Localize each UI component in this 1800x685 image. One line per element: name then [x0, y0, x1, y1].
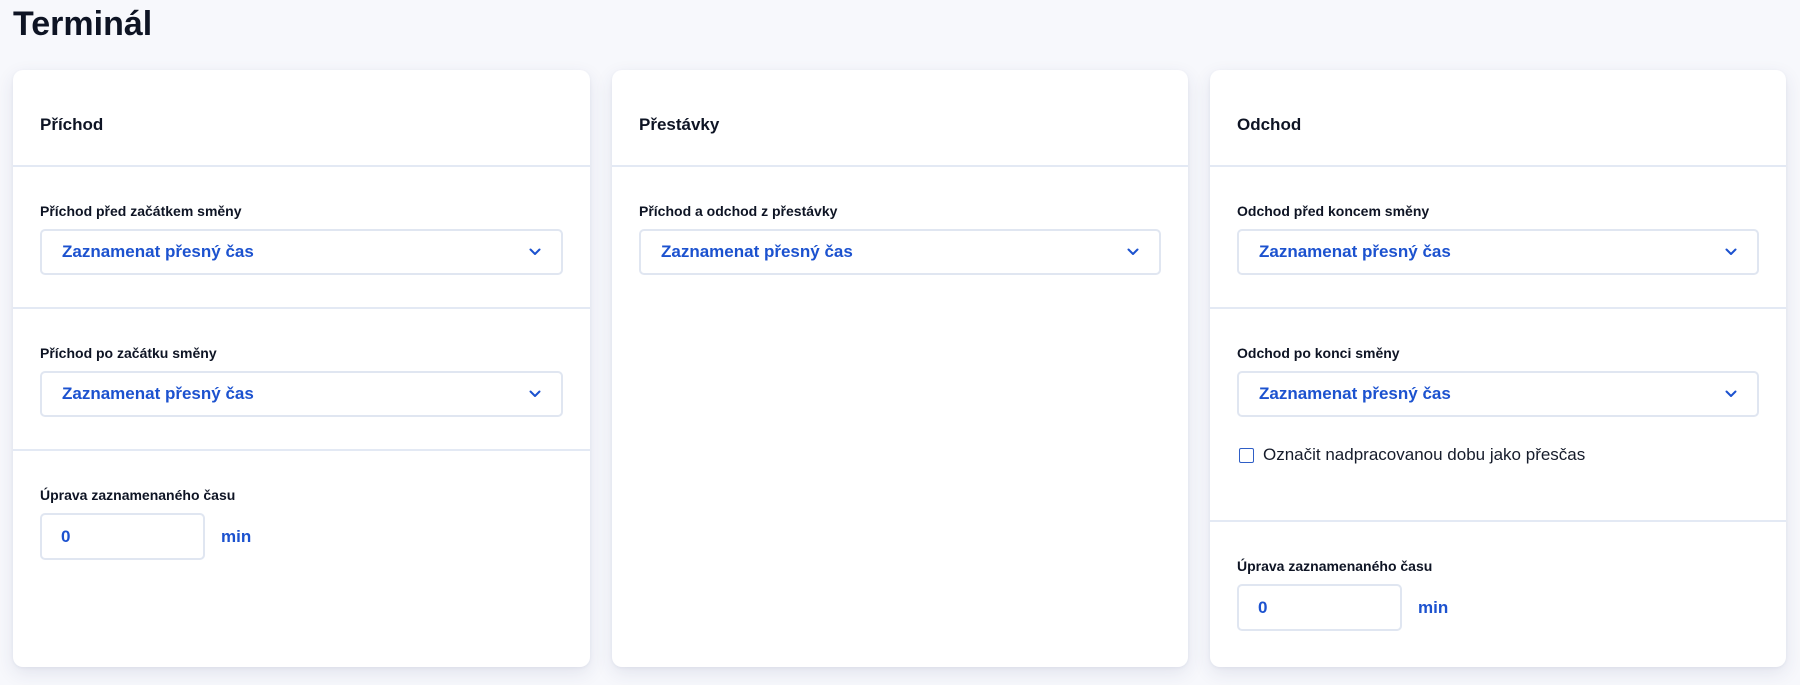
- departure-time-adjustment-row: min: [1237, 584, 1759, 631]
- arrival-before-shift-section: Příchod před začátkem směny Zaznamenat p…: [13, 167, 590, 309]
- break-in-out-section: Příchod a odchod z přestávky Zaznamenat …: [612, 167, 1188, 275]
- departure-before-shift-end-value: Zaznamenat přesný čas: [1259, 242, 1451, 261]
- arrival-before-shift-value: Zaznamenat přesný čas: [62, 242, 254, 261]
- departure-card-title: Odchod: [1237, 114, 1302, 134]
- chevron-down-icon: [529, 388, 541, 400]
- arrival-card-header: Příchod: [13, 70, 590, 167]
- departure-time-adjustment-section: Úprava zaznamenaného času min: [1210, 522, 1786, 631]
- departure-before-shift-end-section: Odchod před koncem směny Zaznamenat přes…: [1210, 167, 1786, 309]
- departure-after-shift-end-select[interactable]: Zaznamenat přesný čas: [1237, 371, 1759, 417]
- departure-after-shift-end-label: Odchod po konci směny: [1237, 345, 1400, 361]
- break-in-out-select[interactable]: Zaznamenat přesný čas: [639, 229, 1161, 275]
- arrival-after-shift-select[interactable]: Zaznamenat přesný čas: [40, 371, 563, 417]
- departure-card: Odchod Odchod před koncem směny Zaznamen…: [1210, 70, 1786, 667]
- arrival-after-shift-value: Zaznamenat přesný čas: [62, 384, 254, 403]
- page-title: Terminál: [13, 5, 153, 43]
- chevron-down-icon: [1725, 388, 1737, 400]
- arrival-time-adjustment-row: min: [40, 513, 563, 560]
- departure-after-shift-end-section: Odchod po konci směny Zaznamenat přesný …: [1210, 309, 1786, 522]
- arrival-card-title: Příchod: [40, 114, 104, 134]
- arrival-time-adjustment-input[interactable]: [40, 513, 205, 560]
- departure-time-adjustment-unit: min: [1418, 597, 1449, 617]
- breaks-card: Přestávky Příchod a odchod z přestávky Z…: [612, 70, 1188, 667]
- arrival-card: Příchod Příchod před začátkem směny Zazn…: [13, 70, 590, 667]
- arrival-after-shift-label: Příchod po začátku směny: [40, 345, 217, 361]
- departure-after-shift-end-value: Zaznamenat přesný čas: [1259, 384, 1451, 403]
- breaks-card-title: Přestávky: [639, 114, 720, 134]
- break-in-out-label: Příchod a odchod z přestávky: [639, 203, 838, 219]
- overtime-checkbox[interactable]: [1239, 447, 1254, 463]
- overtime-checkbox-row[interactable]: Označit nadpracovanou dobu jako přesčas: [1237, 445, 1759, 465]
- overtime-checkbox-label[interactable]: Označit nadpracovanou dobu jako přesčas: [1263, 445, 1585, 465]
- departure-time-adjustment-input[interactable]: [1237, 584, 1402, 631]
- chevron-down-icon: [1725, 246, 1737, 258]
- chevron-down-icon: [1127, 246, 1139, 258]
- departure-card-header: Odchod: [1210, 70, 1786, 167]
- chevron-down-icon: [529, 246, 541, 258]
- arrival-before-shift-label: Příchod před začátkem směny: [40, 203, 242, 219]
- arrival-time-adjustment-label: Úprava zaznamenaného času: [40, 487, 236, 503]
- arrival-after-shift-section: Příchod po začátku směny Zaznamenat přes…: [13, 309, 590, 451]
- arrival-time-adjustment-section: Úprava zaznamenaného času min: [13, 451, 590, 560]
- breaks-card-header: Přestávky: [612, 70, 1188, 167]
- departure-before-shift-end-label: Odchod před koncem směny: [1237, 203, 1430, 219]
- arrival-before-shift-select[interactable]: Zaznamenat přesný čas: [40, 229, 563, 275]
- break-in-out-value: Zaznamenat přesný čas: [661, 242, 853, 261]
- arrival-time-adjustment-unit: min: [221, 526, 252, 546]
- departure-time-adjustment-label: Úprava zaznamenaného času: [1237, 558, 1433, 574]
- departure-before-shift-end-select[interactable]: Zaznamenat přesný čas: [1237, 229, 1759, 275]
